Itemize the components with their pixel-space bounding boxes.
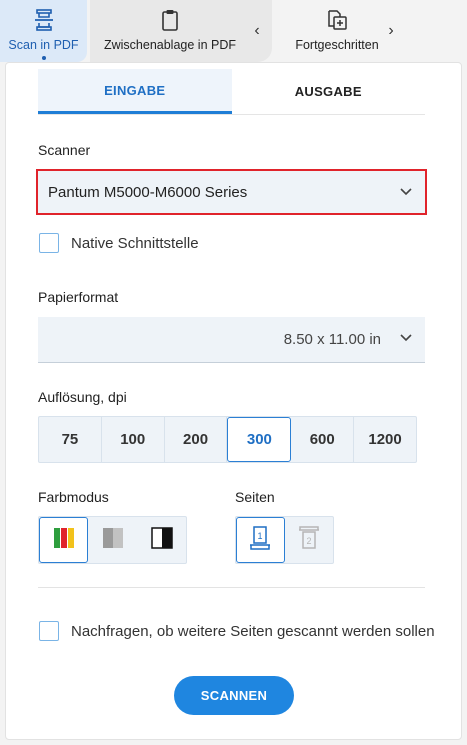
color-mode-icon bbox=[53, 527, 75, 554]
clipboard-to-pdf-button[interactable]: Zwischenablage in PDF bbox=[92, 0, 248, 62]
tab-output[interactable]: AUSGABE bbox=[232, 69, 426, 114]
svg-text:2: 2 bbox=[306, 536, 311, 546]
pages-selector: 1 2 bbox=[235, 516, 334, 564]
scanner-value: Pantum M5000-M6000 Series bbox=[48, 183, 248, 201]
top-toolbar: Scan in PDF Zwischenablage in PDF ‹ Fort… bbox=[0, 0, 467, 62]
scan-in-pdf-button[interactable]: Scan in PDF bbox=[0, 0, 87, 62]
clipboard-to-pdf-label: Zwischenablage in PDF bbox=[103, 38, 236, 52]
black-white-mode-icon bbox=[150, 526, 173, 554]
grayscale-mode-icon bbox=[102, 527, 124, 554]
double-side-button[interactable]: 2 bbox=[285, 517, 333, 563]
panel-collapse-caret[interactable]: › bbox=[0, 252, 1, 275]
resolution-option-600[interactable]: 600 bbox=[291, 417, 355, 462]
single-side-button[interactable]: 1 bbox=[236, 517, 285, 563]
paper-format-select[interactable]: 8.50 x 11.00 in bbox=[38, 317, 425, 363]
resolution-option-300[interactable]: 300 bbox=[227, 417, 292, 462]
ask-more-pages-checkbox[interactable] bbox=[39, 621, 59, 641]
toolbar-prev-arrow[interactable]: ‹ bbox=[250, 22, 264, 40]
svg-text:1: 1 bbox=[258, 531, 263, 541]
scan-in-pdf-label: Scan in PDF bbox=[8, 38, 79, 52]
color-mode-label: Farbmodus bbox=[38, 489, 109, 505]
color-mode-selector bbox=[38, 516, 187, 564]
tab-bar: EINGABE AUSGABE bbox=[38, 69, 425, 115]
resolution-option-200[interactable]: 200 bbox=[165, 417, 228, 462]
ask-more-pages-option[interactable]: Nachfragen, ob weitere Seiten gescannt w… bbox=[39, 621, 435, 641]
scan-settings-panel: EINGABE AUSGABE Scanner Pantum M5000-M60… bbox=[5, 62, 462, 740]
resolution-option-100[interactable]: 100 bbox=[102, 417, 165, 462]
native-interface-label: Native Schnittstelle bbox=[71, 234, 199, 252]
scanner-select[interactable]: Pantum M5000-M6000 Series bbox=[36, 169, 427, 215]
black-white-mode-button[interactable] bbox=[137, 517, 186, 563]
advanced-label: Fortgeschritten bbox=[295, 38, 379, 52]
document-plus-icon bbox=[326, 7, 348, 33]
color-mode-button[interactable] bbox=[39, 517, 88, 563]
chevron-down-icon bbox=[399, 331, 413, 345]
ask-more-pages-label: Nachfragen, ob weitere Seiten gescannt w… bbox=[71, 622, 435, 640]
paper-format-value: 8.50 x 11.00 in bbox=[283, 331, 381, 348]
section-divider bbox=[38, 587, 425, 588]
native-interface-checkbox[interactable] bbox=[39, 233, 59, 253]
toolbar-next-arrow[interactable]: › bbox=[384, 22, 398, 40]
paper-format-label: Papierformat bbox=[38, 289, 119, 305]
resolution-label: Auflösung, dpi bbox=[38, 389, 127, 405]
grayscale-mode-button[interactable] bbox=[88, 517, 137, 563]
scanner-label: Scanner bbox=[38, 142, 91, 158]
resolution-option-1200[interactable]: 1200 bbox=[354, 417, 416, 462]
scan-button[interactable]: SCANNEN bbox=[174, 676, 294, 715]
resolution-selector: 75 100 200 300 600 1200 bbox=[38, 416, 417, 463]
double-side-icon: 2 bbox=[297, 525, 321, 556]
single-side-icon: 1 bbox=[248, 525, 272, 556]
resolution-option-75[interactable]: 75 bbox=[39, 417, 102, 462]
tab-input[interactable]: EINGABE bbox=[38, 69, 232, 114]
advanced-button[interactable]: Fortgeschritten bbox=[282, 0, 392, 62]
native-interface-option[interactable]: Native Schnittstelle bbox=[39, 233, 199, 253]
pages-label: Seiten bbox=[235, 489, 275, 505]
active-indicator-dot bbox=[41, 56, 46, 60]
chevron-down-icon bbox=[399, 185, 413, 199]
clipboard-icon bbox=[161, 7, 179, 33]
scanner-icon bbox=[34, 7, 54, 33]
